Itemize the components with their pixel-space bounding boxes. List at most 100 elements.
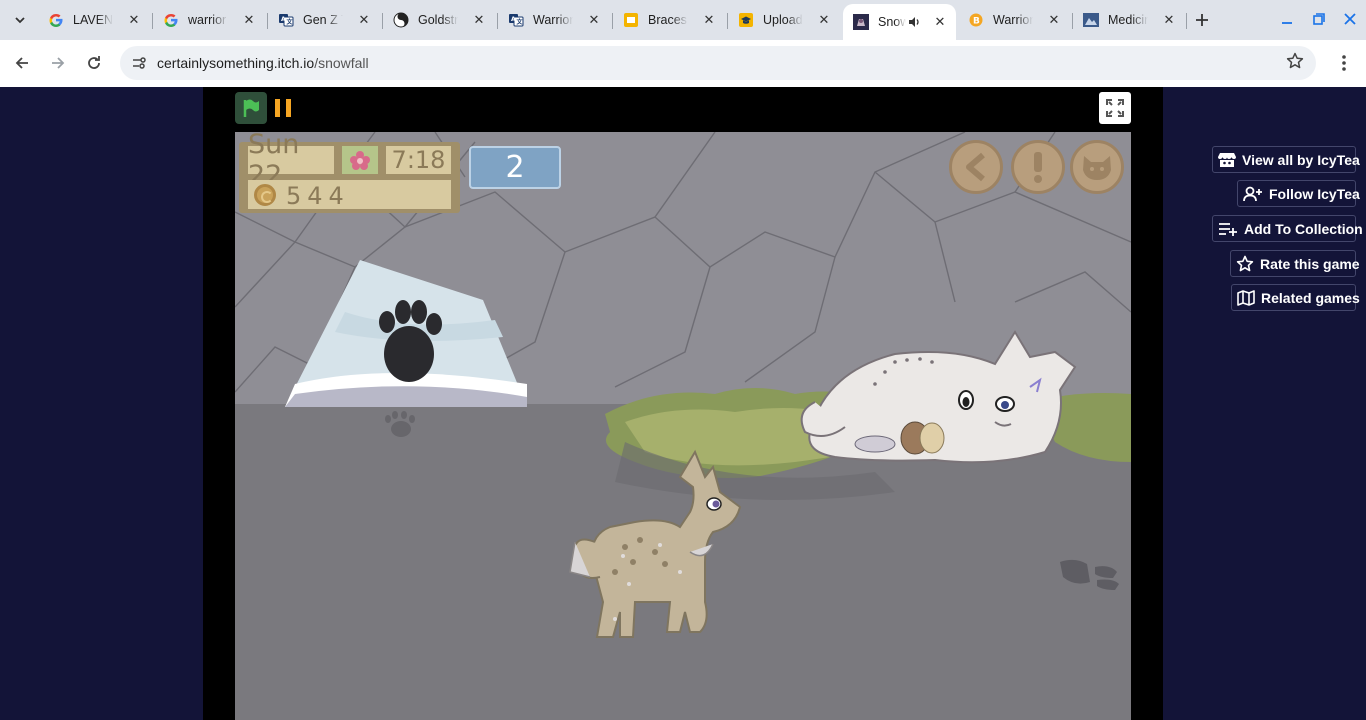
tab-lavender[interactable]: LAVENDER ✕ (38, 6, 150, 34)
close-icon[interactable]: ✕ (356, 12, 372, 28)
back-arrow-icon (15, 57, 28, 69)
browser-menu-button[interactable] (1334, 50, 1354, 76)
cat-profile-button[interactable] (1070, 140, 1124, 194)
alert-button[interactable] (1011, 140, 1065, 194)
swirl-icon (393, 12, 409, 28)
tab-medicine-cat[interactable]: Medicine cat ✕ (1073, 6, 1185, 34)
browser-toolbar: certainlysomething.itch.io/snowfall (0, 40, 1366, 87)
tab-warrior-cats[interactable]: warrior cats ✕ (153, 6, 265, 34)
tab-title: Goldstripe (418, 13, 458, 27)
bookmark-star-icon[interactable] (1286, 52, 1304, 75)
fullscreen-button[interactable] (1099, 92, 1131, 124)
close-icon[interactable]: ✕ (932, 14, 948, 30)
cap-icon (738, 12, 754, 28)
tab-title: Snowfall (878, 15, 906, 29)
back-button-game[interactable] (949, 140, 1003, 194)
forward-button[interactable] (45, 50, 71, 76)
url-text: certainlysomething.itch.io/snowfall (157, 55, 369, 71)
tab-search-button[interactable] (8, 8, 32, 32)
tab-title: Upload (763, 13, 803, 27)
tab-gen-z-translator[interactable]: A文 Gen Z Translator ✕ (268, 6, 380, 34)
tab-snowfall[interactable]: Snowfall ✕ (843, 4, 956, 40)
follow-user-icon (1243, 184, 1263, 204)
tab-title: Braces & Retainers (648, 13, 688, 27)
game-icon (853, 14, 869, 30)
svg-text:A: A (281, 16, 286, 23)
reload-button[interactable] (81, 50, 107, 76)
add-to-collection-button[interactable]: Add To Collection (1212, 215, 1363, 242)
status-panel: Sun 22 7:18 544 (239, 132, 460, 213)
svg-text:A: A (511, 16, 516, 23)
slides-icon (623, 12, 639, 28)
view-all-by-author-button[interactable]: View all by IcyTea (1212, 146, 1360, 173)
star-icon (1236, 254, 1254, 274)
pause-button[interactable] (275, 99, 291, 117)
counter-badge: 2 (469, 146, 561, 189)
map-icon (1237, 288, 1255, 308)
money-value: 544 (286, 182, 350, 210)
back-arrow-icon (966, 152, 985, 182)
tab-title: warrior cats (188, 13, 228, 27)
follow-author-button[interactable]: Follow IcyTea (1237, 180, 1360, 207)
den-scene (235, 132, 1131, 720)
close-icon[interactable]: ✕ (701, 12, 717, 28)
tab-title: LAVENDER (73, 13, 113, 27)
tab-warriors-2[interactable]: B Warriors ✕ (958, 6, 1070, 34)
coin-icon (254, 184, 276, 206)
more-vertical-icon (1342, 55, 1346, 71)
close-icon[interactable]: ✕ (1161, 12, 1177, 28)
address-bar[interactable]: certainlysomething.itch.io/snowfall (120, 46, 1316, 80)
svg-text:B: B (973, 17, 980, 27)
svg-text:文: 文 (516, 18, 524, 26)
close-icon[interactable]: ✕ (1046, 12, 1062, 28)
close-icon[interactable]: ✕ (471, 12, 487, 28)
close-icon[interactable]: ✕ (126, 12, 142, 28)
rate-game-button[interactable]: Rate this game (1230, 250, 1360, 277)
close-icon[interactable]: ✕ (241, 12, 257, 28)
close-icon[interactable]: ✕ (586, 12, 602, 28)
game-embed[interactable]: Sun 22 7:18 544 2 (203, 87, 1163, 720)
related-games-button[interactable]: Related games (1231, 284, 1360, 311)
button-label: Add To Collection (1244, 220, 1363, 237)
tab-separator (1186, 13, 1187, 29)
tab-title: Gen Z Translator (303, 13, 343, 27)
green-flag-icon (243, 99, 259, 117)
speaker-icon[interactable] (907, 15, 921, 29)
close-icon[interactable]: ✕ (816, 12, 832, 28)
tab-title: Medicine cat (1108, 13, 1148, 27)
tab-upload[interactable]: Upload ✕ (728, 6, 840, 34)
tab-title: Warriors (533, 13, 573, 27)
button-label: Rate this game (1260, 255, 1360, 272)
exclamation-icon (1034, 152, 1042, 183)
new-tab-button[interactable] (1190, 8, 1214, 32)
day-label: Sun 22 (248, 132, 334, 191)
button-label: View all by IcyTea (1242, 151, 1360, 168)
url-path: /snowfall (314, 55, 369, 71)
cat-face-icon (1083, 156, 1111, 180)
svg-text:文: 文 (286, 18, 294, 26)
tab-goldstripe[interactable]: Goldstripe ✕ (383, 6, 495, 34)
back-button[interactable] (9, 50, 35, 76)
green-flag-button[interactable] (235, 92, 267, 124)
tab-warriors[interactable]: A文 Warriors ✕ (498, 6, 610, 34)
tab-braces-retainers[interactable]: Braces & Retainers ✕ (613, 6, 725, 34)
playlist-add-icon (1218, 219, 1238, 239)
close-icon (1344, 13, 1356, 25)
minimize-button[interactable] (1270, 6, 1304, 32)
button-label: Follow IcyTea (1269, 185, 1360, 202)
translate-icon: A文 (508, 12, 524, 28)
site-settings-icon[interactable] (128, 52, 150, 74)
pause-icon (286, 99, 291, 117)
translate-icon: A文 (278, 12, 294, 28)
time-label: 7:18 (386, 146, 451, 174)
flower-icon (342, 146, 378, 174)
tab-title: Warriors (993, 13, 1033, 27)
google-icon (48, 12, 64, 28)
itchio-store-icon (1218, 150, 1236, 170)
minimize-icon (1282, 22, 1292, 24)
game-stage[interactable]: Sun 22 7:18 544 2 (235, 132, 1131, 720)
window-close-button[interactable] (1333, 6, 1366, 32)
fullscreen-icon (1106, 99, 1124, 117)
restore-button[interactable] (1302, 6, 1336, 32)
money-display: 544 (248, 180, 451, 210)
